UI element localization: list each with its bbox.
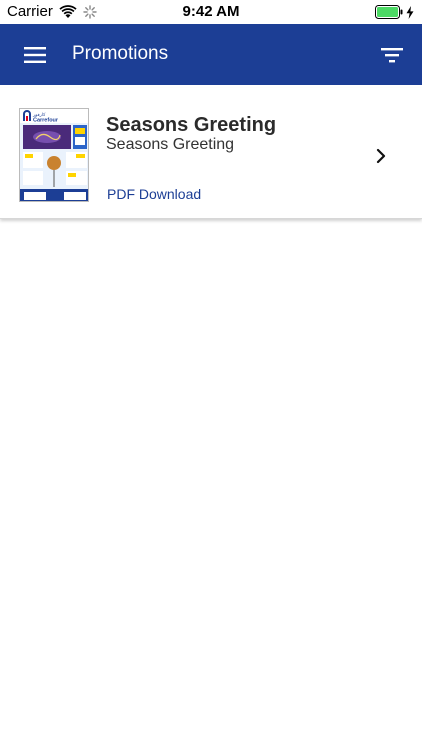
status-right	[375, 5, 414, 19]
thumbnail-brand-text: Carrefour	[33, 118, 59, 124]
status-time: 9:42 AM	[182, 3, 240, 20]
menu-icon[interactable]	[22, 42, 48, 68]
battery-icon	[375, 5, 403, 19]
promotion-title: Seasons Greeting	[106, 114, 277, 136]
status-bar: Carrier 9:42 AM	[0, 0, 422, 24]
promotion-thumbnail-image: كارفور Carrefour	[20, 109, 88, 201]
promotion-thumbnail[interactable]: كارفور Carrefour	[19, 108, 89, 202]
promotion-subtitle: Seasons Greeting	[106, 136, 235, 153]
charging-bolt-icon	[406, 5, 414, 19]
promotions-list: كارفور Carrefour Seasons Greeting Season…	[0, 85, 422, 750]
chevron-right-icon[interactable]	[376, 148, 386, 164]
page-title: Promotions	[72, 43, 169, 64]
nav-bar: Promotions	[0, 24, 422, 85]
filter-icon[interactable]	[380, 44, 404, 66]
promotion-card[interactable]: كارفور Carrefour Seasons Greeting Season…	[0, 88, 422, 219]
pdf-download-link[interactable]: PDF Download	[107, 186, 201, 202]
